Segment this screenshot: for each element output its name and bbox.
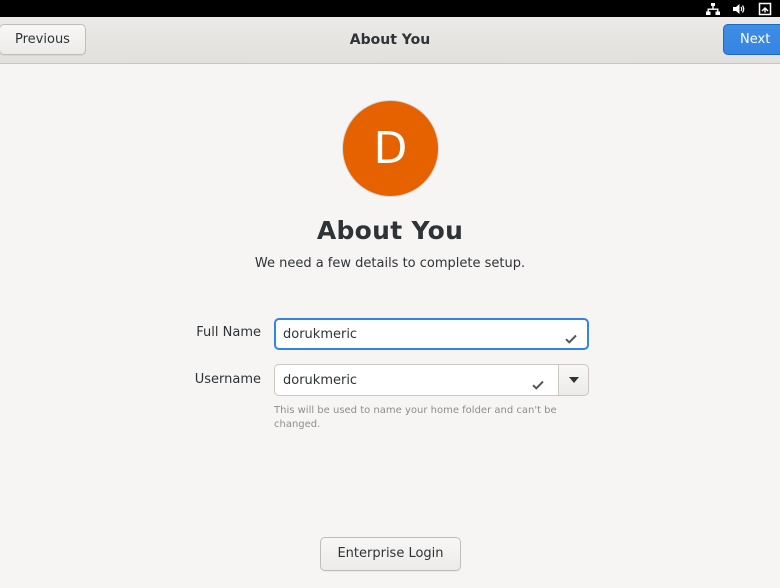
username-hint: This will be used to name your home fold… [274,405,557,430]
username-dropdown-button[interactable] [558,364,589,396]
full-name-check-icon [565,329,577,344]
page-subtitle: We need a few details to complete setup. [254,256,526,271]
header-title: About You [349,32,431,48]
audio-volume-icon[interactable] [732,2,746,16]
next-button[interactable]: Next [723,24,780,55]
system-tray[interactable] [706,0,772,17]
full-name-label: Full Name [196,325,261,340]
avatar[interactable]: D [343,101,438,196]
power-icon[interactable] [758,2,772,16]
username-field[interactable]: dorukmeric [274,364,559,396]
avatar-letter: D [373,122,408,174]
username-label: Username [194,372,261,387]
page-title: About You [316,216,464,245]
enterprise-login-button[interactable]: Enterprise Login [320,537,461,571]
network-wired-icon[interactable] [706,2,720,16]
full-name-value: dorukmeric [283,326,358,342]
username-value: dorukmeric [283,372,358,388]
header-bar: Previous About You Next [0,17,780,64]
full-name-field[interactable]: dorukmeric [274,318,589,350]
username-check-icon [532,375,544,390]
triangle-down-icon [568,377,579,383]
top-bar [0,0,780,17]
